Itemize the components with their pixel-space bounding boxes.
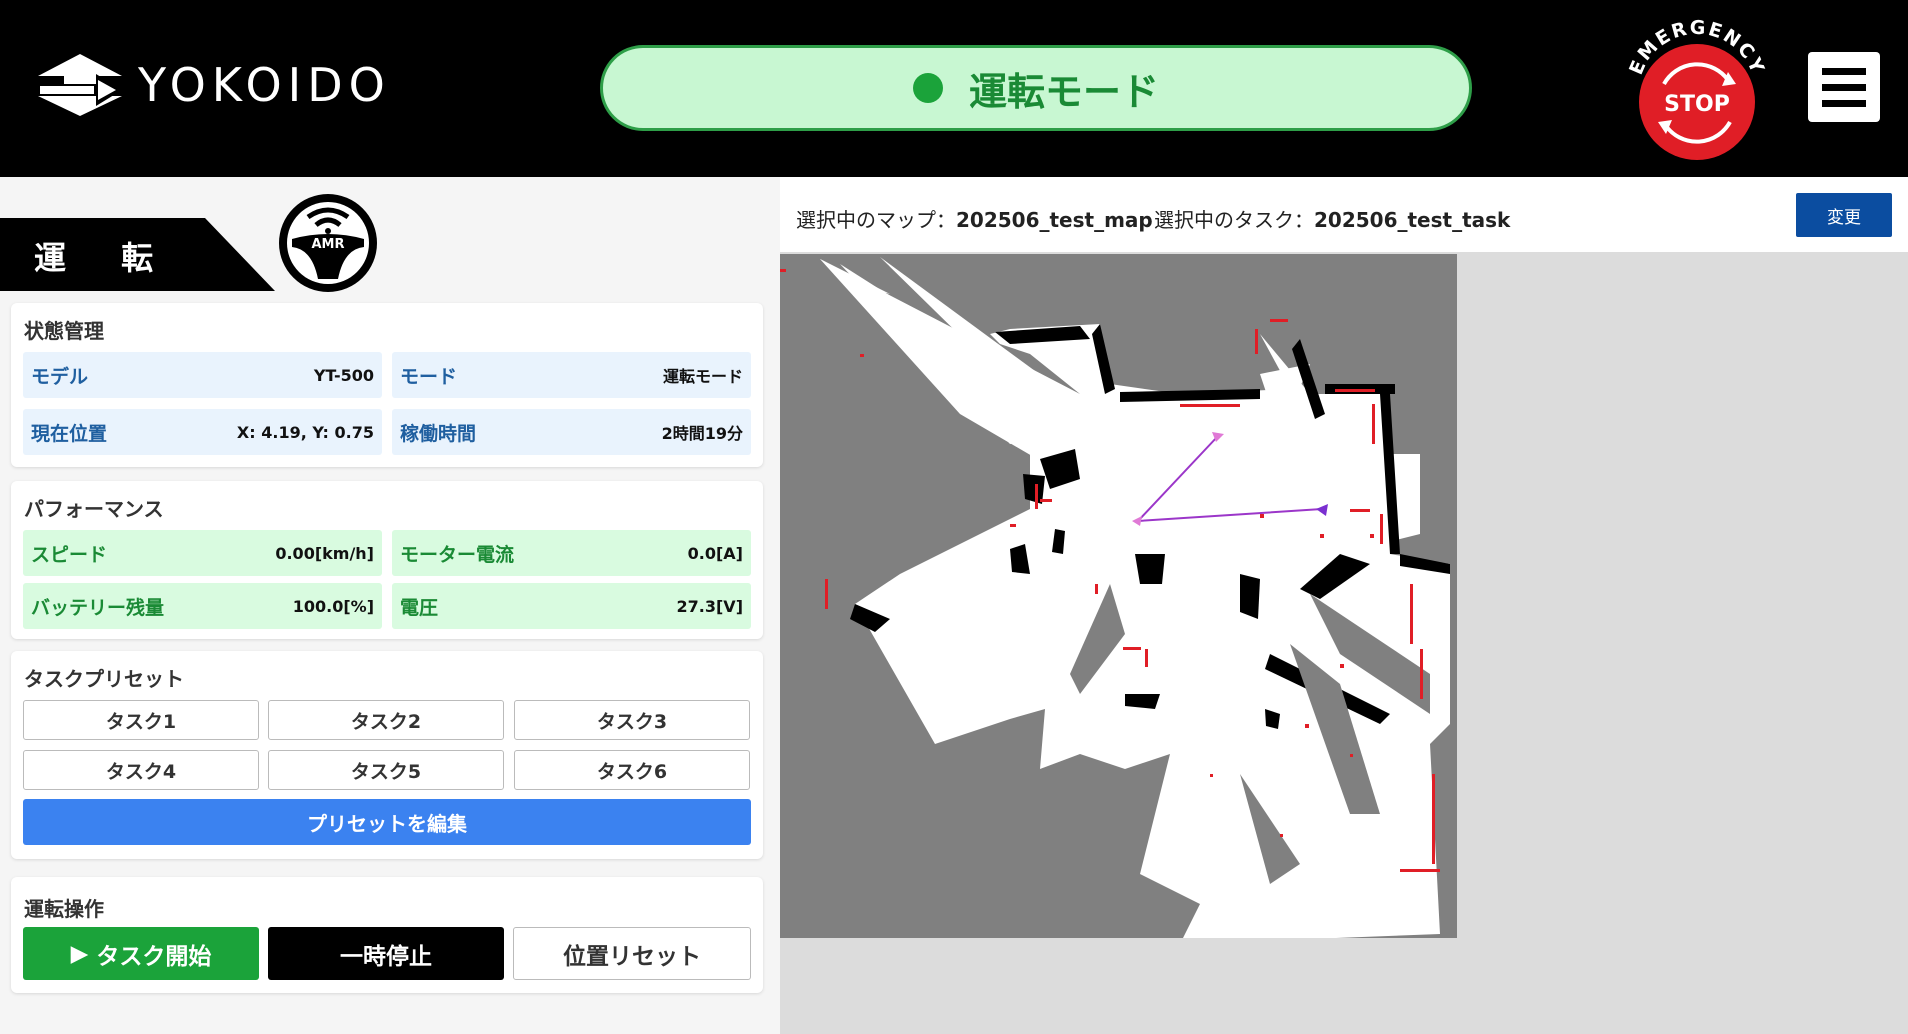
task-preset-4-button[interactable]: タスク4 [23,750,259,790]
task-presets-card: タスクプリセット タスク1 タスク2 タスク3 タスク4 タスク5 タスク6 プ… [11,651,763,859]
yokoido-logo: YOKOIDO [36,52,391,118]
mode-cell: モード 運転モード [392,352,751,398]
task-preset-3-button[interactable]: タスク3 [514,700,750,740]
logo-text: YOKOIDO [138,58,391,112]
operation-card: 運転操作 ▶ タスク開始 一時停止 位置リセット [11,877,763,993]
motor-current-cell: モーター電流 0.0[A] [392,530,751,576]
mode-label: 運転モード [968,69,1159,114]
performance-card-title: パフォーマンス [24,497,164,521]
uptime-value: 2時間19分 [661,424,743,443]
pause-button[interactable]: 一時停止 [268,927,504,980]
logo-mark-icon [38,54,122,116]
edit-presets-button[interactable]: プリセットを編集 [23,799,751,845]
uptime-label: 稼働時間 [400,422,477,445]
occupancy-grid-map[interactable] [780,254,1457,938]
map-info-bar: 選択中のマップ：202506_test_map 選択中のタスク：202506_t… [780,177,1908,252]
battery-label: バッテリー残量 [31,596,165,619]
play-icon: ▶ [70,940,89,967]
map-viewport[interactable] [780,252,1908,1034]
menu-line-icon [1822,67,1866,75]
motor-current-value: 0.0[A] [687,543,743,563]
reset-position-label: 位置リセット [563,943,701,970]
pause-label: 一時停止 [340,943,432,970]
battery-value: 100.0[%] [292,596,374,616]
task-presets-title: タスクプリセット [24,667,184,691]
app-header: YOKOIDO 運転モード EMERGENCY STOP [0,0,1908,177]
speed-label: スピード [31,543,108,566]
task-preset-2-button[interactable]: タスク2 [268,700,504,740]
start-task-button[interactable]: ▶ タスク開始 [23,927,259,980]
estop-center-text: STOP [1664,92,1730,117]
reset-position-button[interactable]: 位置リセット [513,927,751,980]
task-preset-5-button[interactable]: タスク5 [268,750,504,790]
position-label: 現在位置 [31,422,108,445]
selected-task-text: 選択中のタスク：202506_test_task [1154,208,1511,232]
selected-map-text: 選択中のマップ：202506_test_map [796,208,1153,232]
change-button[interactable]: 変更 [1796,193,1892,237]
model-value: YT-500 [313,365,374,385]
task-preset-6-button[interactable]: タスク6 [514,750,750,790]
section-title: 運 転 [34,239,176,277]
model-cell: モデル YT-500 [23,352,382,398]
status-dot-icon [912,73,943,103]
operation-card-title: 運転操作 [24,897,104,921]
wheel-label: AMR [311,237,344,252]
position-cell: 現在位置 X: 4.19, Y: 0.75 [23,409,382,455]
voltage-value: 27.3[V] [676,596,743,616]
position-value: X: 4.19, Y: 0.75 [236,422,374,442]
task-preset-1-button[interactable]: タスク1 [23,700,259,740]
selected-map-name: 202506_test_map [956,208,1153,232]
selected-task-name: 202506_test_task [1314,208,1511,232]
start-task-label: タスク開始 [96,943,212,970]
voltage-cell: 電圧 27.3[V] [392,583,751,629]
speed-value: 0.00[km/h] [275,543,374,563]
motor-current-label: モーター電流 [400,543,515,566]
menu-line-icon [1822,99,1866,107]
model-label: モデル [31,365,89,388]
speed-cell: スピード 0.00[km/h] [23,530,382,576]
voltage-label: 電圧 [400,596,439,619]
emergency-stop-button[interactable]: EMERGENCY STOP [1624,14,1770,164]
mode-indicator: 運転モード [600,45,1472,131]
status-card-title: 状態管理 [24,319,104,343]
steering-wheel-icon: AMR [279,194,377,292]
mode-label: モード [400,365,458,388]
battery-cell: バッテリー残量 100.0[%] [23,583,382,629]
uptime-cell: 稼働時間 2時間19分 [392,409,751,455]
status-card: 状態管理 モデル YT-500 モード 運転モード 現在位置 X: 4.19, … [11,303,763,467]
hamburger-menu-button[interactable] [1808,52,1880,122]
left-panel: 運 転 AMR 状態管理 モデル YT-500 モード 運転モード 現在位置 X… [0,177,780,1034]
performance-card: パフォーマンス スピード 0.00[km/h] モーター電流 0.0[A] バッ… [11,481,763,639]
menu-line-icon [1822,83,1866,91]
mode-value: 運転モード [662,367,743,386]
